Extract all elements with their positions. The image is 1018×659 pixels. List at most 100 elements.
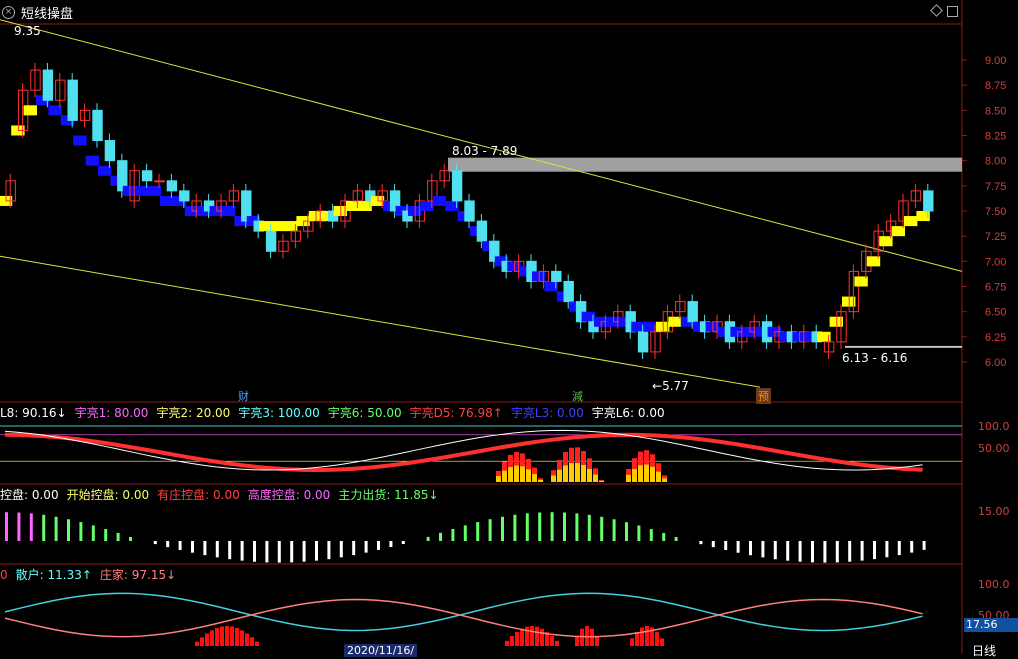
p3-bar (216, 541, 219, 557)
p3-bar (761, 541, 764, 557)
p3-bar (712, 541, 715, 547)
marker-jian: 減 (570, 388, 585, 404)
candle-body (142, 171, 151, 181)
p3-bar (699, 541, 702, 544)
p3-bar (179, 541, 182, 550)
fire-bar-inner (502, 471, 507, 482)
fire-bar-inner (581, 465, 586, 482)
y-tick-label: 6.50 (985, 307, 1006, 319)
candle-body (68, 80, 77, 120)
candle-body (824, 342, 833, 352)
panel3-item-0: 控盘: 0.00 (0, 488, 59, 502)
current-value-tag: 17.56 (964, 618, 1018, 632)
p3-bar (402, 541, 405, 544)
panel3-item-2: 有庄控盘: 0.00 (157, 488, 240, 502)
p3-bar (340, 541, 343, 557)
p3-bar (650, 529, 653, 541)
p4-red-bar (540, 629, 544, 646)
p4-red-bar (200, 637, 204, 646)
panel3-y-label: 15.00 (978, 505, 1010, 518)
fire-bar-inner (508, 467, 513, 482)
fire-bar-inner (632, 469, 637, 482)
panel4-item-1: 散户: 11.33↑ (16, 568, 92, 582)
p4-red-bar (645, 626, 649, 646)
p3-bar (749, 541, 752, 555)
p3-bar (117, 533, 120, 541)
fire-bar-inner (557, 470, 562, 482)
fire-bar-inner (526, 469, 531, 482)
marker-yu: 预 (756, 388, 771, 404)
p3-bar (489, 519, 492, 541)
p3-bar (637, 526, 640, 541)
fire-bar-inner (656, 472, 661, 482)
p3-bar (848, 541, 851, 562)
p3-bar (451, 529, 454, 541)
p4-red-bar (550, 636, 554, 646)
fire-bar-inner (650, 467, 655, 482)
p3-bar (774, 541, 777, 559)
fire-bar-inner (662, 478, 667, 482)
fire-bar-inner (644, 464, 649, 482)
panel3-legend: 控盘: 0.00开始控盘: 0.00有庄控盘: 0.00高度控盘: 0.00主力… (0, 486, 447, 503)
y-tick-label: 8.50 (985, 105, 1006, 117)
candle-body (638, 332, 647, 352)
p3-bar (836, 541, 839, 562)
candle-body (80, 110, 89, 120)
candle-body (93, 110, 102, 140)
p3-bar (154, 541, 157, 544)
p3-bar (625, 522, 628, 541)
fire-bar-inner (599, 481, 604, 482)
p4-red-bar (250, 637, 254, 646)
p3-bar (377, 541, 380, 550)
p3-bar (600, 517, 603, 541)
panel4-legend: 0散户: 11.33↑庄家: 97.15↓ (0, 566, 184, 583)
p3-bar (265, 541, 268, 562)
p3-bar (675, 537, 678, 541)
fire-bar-inner (575, 463, 580, 482)
p3-bar (352, 541, 355, 555)
resistance-band (448, 158, 962, 172)
period-label[interactable]: 日线 (972, 642, 996, 659)
p3-bar (104, 529, 107, 541)
panel2-y-label: 100.0 (978, 420, 1010, 433)
p3-bar (5, 512, 8, 541)
retail-line (5, 593, 923, 630)
candle-body (167, 181, 176, 191)
fire-bar-inner (514, 466, 519, 482)
p4-red-bar (630, 638, 634, 646)
p4-red-bar (230, 627, 234, 646)
p3-bar (551, 512, 554, 541)
p3-bar (575, 513, 578, 541)
p4-red-bar (535, 627, 539, 646)
p3-bar (885, 541, 888, 557)
p3-bar (526, 513, 529, 541)
y-tick-label: 9.00 (985, 55, 1006, 67)
p4-red-bar (210, 630, 214, 646)
p4-red-bar (515, 632, 519, 646)
p3-bar (315, 541, 318, 561)
trend-band-block (904, 216, 917, 226)
p3-bar (191, 541, 194, 553)
p3-bar (898, 541, 901, 555)
panel4-item-2: 庄家: 97.15↓ (100, 568, 176, 582)
p3-bar (501, 517, 504, 541)
p3-bar (42, 515, 45, 541)
candle-body (353, 191, 362, 201)
chart-canvas[interactable]: 9.008.758.508.258.007.757.507.257.006.75… (0, 0, 1018, 654)
p3-bar (799, 541, 802, 562)
candle-body (924, 191, 933, 211)
candle-body (465, 201, 474, 221)
candle-body (180, 191, 189, 201)
panel2-item-7: 宇亮L6: 0.00 (592, 406, 665, 420)
p3-bar (513, 515, 516, 541)
panel2-item-3: 宇亮3: 100.00 (238, 406, 319, 420)
y-tick-label: 6.75 (985, 282, 1006, 294)
p4-red-bar (520, 629, 524, 646)
low-price-label: ←5.77 (652, 379, 689, 393)
panel2-item-4: 宇亮6: 50.00 (328, 406, 402, 420)
candle-body (564, 281, 573, 301)
panel2-item-6: 宇亮L3: 0.00 (511, 406, 584, 420)
panel4-y-label: 100.0 (978, 578, 1010, 591)
p3-bar (253, 541, 256, 562)
fire-bar-inner (551, 476, 556, 482)
